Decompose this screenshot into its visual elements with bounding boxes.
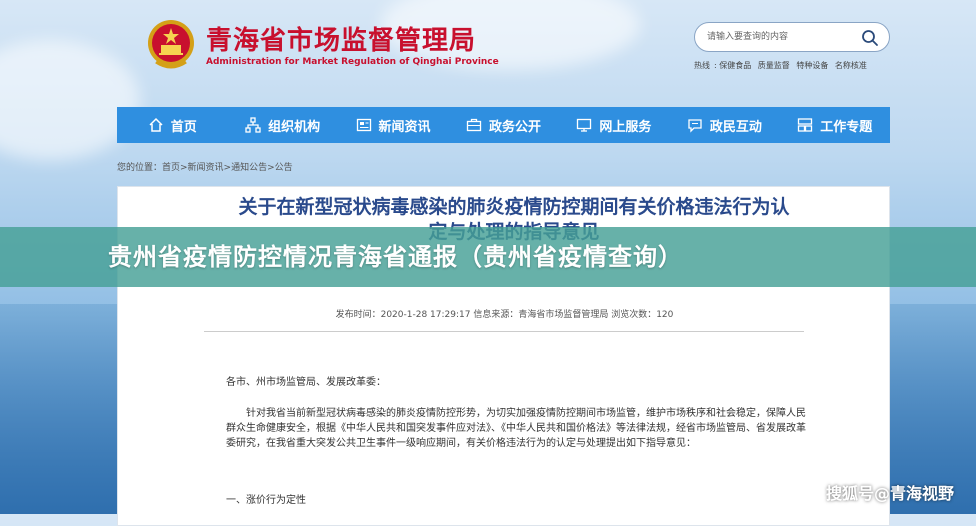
main-nav: 首页 组织机构 新闻资讯 政务公开 网上服务 政民互动 工作专题 bbox=[117, 107, 890, 143]
article-paragraph: 针对我省当前新型冠状病毒感染的肺炎疫情防控形势，为切实加强疫情防控期间市场监管，… bbox=[226, 408, 806, 449]
nav-item-label: 首页 bbox=[170, 119, 197, 135]
search-box bbox=[694, 22, 890, 52]
utility-link-quality[interactable]: 质量监督 bbox=[758, 61, 790, 70]
search-icon[interactable] bbox=[861, 29, 879, 47]
nav-item-interaction[interactable]: 政民互动 bbox=[669, 107, 779, 143]
nav-item-label: 网上服务 bbox=[599, 119, 652, 135]
nav-item-label: 工作专题 bbox=[820, 119, 873, 135]
nav-item-topics[interactable]: 工作专题 bbox=[780, 107, 890, 143]
nav-item-organization[interactable]: 组织机构 bbox=[227, 107, 337, 143]
utility-link-health-food[interactable]: 保健食品 bbox=[719, 61, 751, 70]
topics-icon bbox=[798, 118, 813, 132]
search-input[interactable] bbox=[707, 28, 855, 46]
overlay-banner: 贵州省疫情防控情况青海省通报（贵州省疫情查询） bbox=[0, 227, 976, 287]
watermark: 搜狐号@青海视野 bbox=[825, 484, 954, 503]
site-subtitle: Administration for Market Regulation of … bbox=[206, 57, 499, 67]
article-salutation: 各市、州市场监管局、发展改革委： bbox=[226, 377, 386, 388]
site-title: 青海省市场监督管理局 bbox=[206, 26, 477, 56]
utility-link-special-equipment[interactable]: 特种设备 bbox=[796, 61, 828, 70]
nav-item-gov-affairs[interactable]: 政务公开 bbox=[448, 107, 558, 143]
overlay-title: 贵州省疫情防控情况青海省通报（贵州省疫情查询） bbox=[108, 243, 683, 271]
article-section-heading: 一、涨价行为定性 bbox=[226, 495, 306, 506]
monitor-icon bbox=[577, 118, 592, 132]
nav-item-label: 政务公开 bbox=[488, 119, 541, 135]
chat-icon bbox=[688, 119, 702, 133]
org-chart-icon bbox=[245, 117, 261, 133]
nav-item-online-service[interactable]: 网上服务 bbox=[559, 107, 669, 143]
nav-item-home[interactable]: 首页 bbox=[117, 107, 227, 143]
nav-item-news[interactable]: 新闻资讯 bbox=[338, 107, 448, 143]
article-meta: 发布时间：2020-1-28 17:29:17 信息来源：青海省市场监督管理局 … bbox=[335, 310, 674, 320]
nav-item-label: 政民互动 bbox=[709, 119, 762, 135]
utility-links: 热线: 保健食品 质量监督 特种设备 名称核准 bbox=[694, 61, 867, 70]
divider bbox=[204, 331, 804, 332]
nav-item-label: 组织机构 bbox=[268, 119, 321, 135]
utility-link-hotline[interactable]: 热线 bbox=[694, 61, 710, 70]
breadcrumb[interactable]: 您的位置：首页>新闻资讯>通知公告>公告 bbox=[117, 160, 293, 173]
home-icon bbox=[149, 117, 163, 132]
news-icon bbox=[356, 118, 371, 132]
nav-item-label: 新闻资讯 bbox=[378, 119, 431, 135]
national-emblem-logo[interactable] bbox=[146, 18, 196, 72]
briefcase-icon bbox=[466, 118, 482, 132]
utility-link-name-approval[interactable]: 名称核准 bbox=[835, 61, 867, 70]
